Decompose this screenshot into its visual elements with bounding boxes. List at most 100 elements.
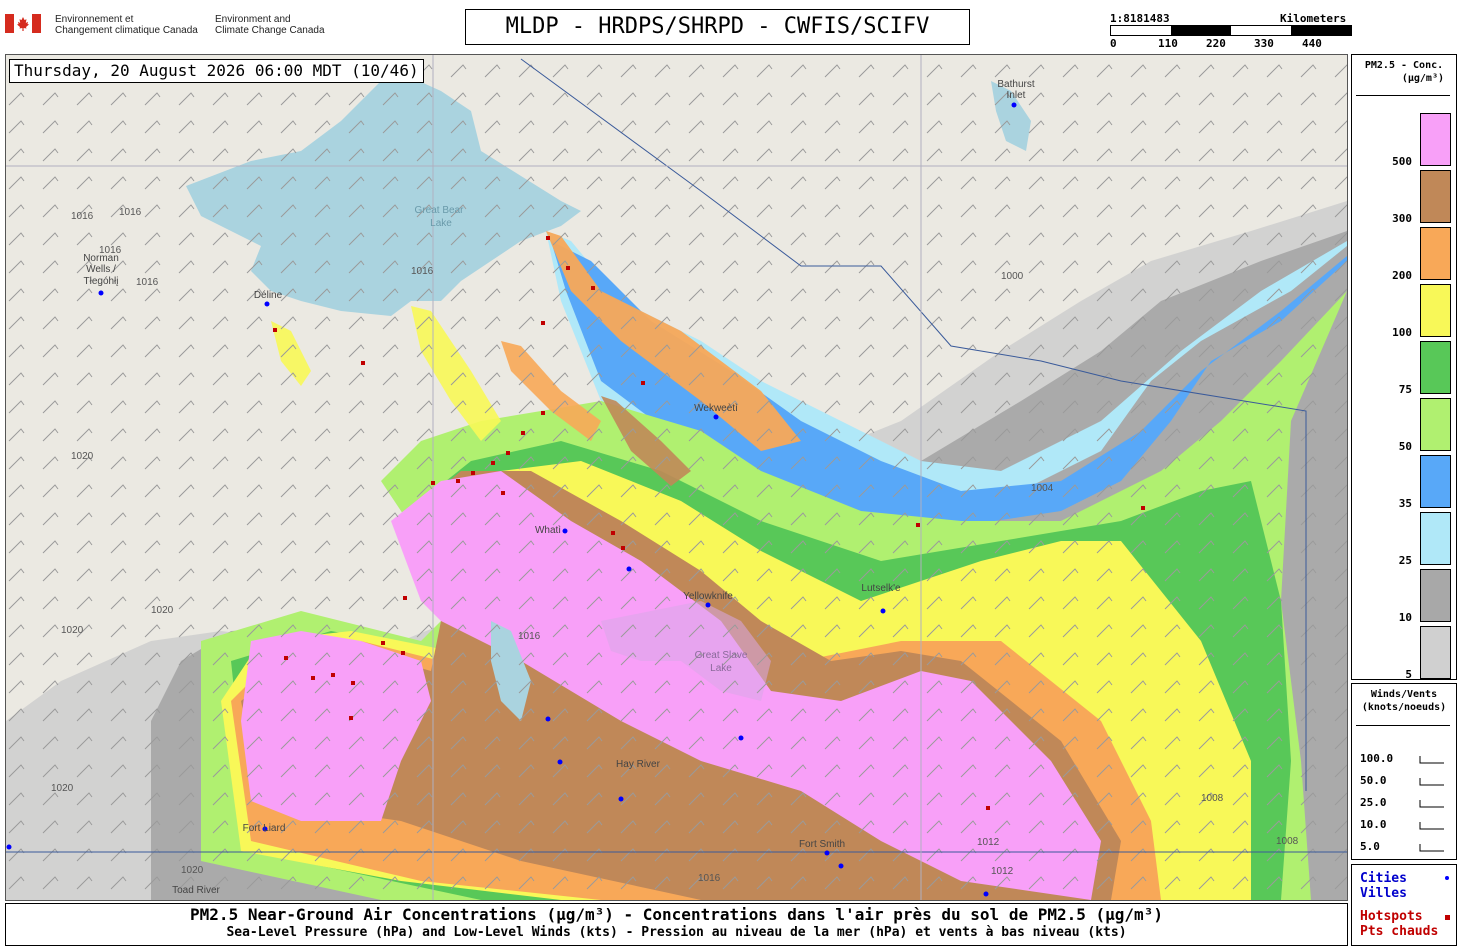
place-label: Wekweètì	[694, 403, 738, 414]
legend-swatch	[1420, 341, 1451, 394]
hotspot-marker	[311, 676, 315, 680]
hotspot-marker	[541, 411, 545, 415]
hotspot-marker	[431, 481, 435, 485]
scale-tick: 110	[1158, 37, 1178, 50]
legend-swatch	[1420, 398, 1451, 451]
hotspot-marker	[541, 321, 545, 325]
hotspot-marker	[611, 531, 615, 535]
legend-tick-label: 50	[1398, 440, 1412, 453]
place-label: Hay River	[616, 759, 661, 770]
city-dot	[6, 844, 12, 850]
hotspot-marker	[403, 596, 407, 600]
place-label: Fort Liard	[243, 823, 286, 834]
agency-name-fr: Environnement et Changement climatique Ca…	[55, 14, 198, 36]
city-dot	[545, 716, 551, 722]
wind-speed-label: 100.0	[1360, 752, 1394, 765]
wind-speed-label: 10.0	[1360, 818, 1387, 831]
wind-barb-icon	[1419, 756, 1444, 764]
wind-legend-row: 25.0	[1360, 796, 1450, 809]
scale-ratio: 1:8181483	[1110, 12, 1170, 25]
isobar-label: 1016	[71, 211, 94, 222]
wind-barb-icon	[1419, 844, 1444, 852]
city-dot	[1011, 102, 1017, 108]
legend-swatch	[1420, 626, 1451, 679]
hotspot-marker	[986, 806, 990, 810]
city-dot	[618, 796, 624, 802]
scale-tick: 0	[1110, 37, 1117, 50]
hotspot-marker	[491, 461, 495, 465]
wind-barbs	[6, 55, 1347, 900]
legend-swatch	[1420, 284, 1451, 337]
city-dot	[705, 602, 711, 608]
caption-line-1: PM2.5 Near-Ground Air Concentrations (µg…	[190, 905, 1163, 924]
place-label: Toad River	[172, 885, 220, 896]
isobar-label: 1008	[1201, 793, 1224, 804]
city-dot	[264, 301, 270, 307]
legend-tick-label: 25	[1398, 554, 1412, 567]
hotspot-marker	[501, 491, 505, 495]
legend-swatch	[1420, 512, 1451, 565]
isobar-label: 1000	[1001, 271, 1024, 282]
isobar-label: 1008	[1276, 836, 1299, 847]
canada-flag-icon	[5, 14, 41, 33]
hotspot-marker	[1141, 506, 1145, 510]
cities-label: Cities	[1360, 871, 1407, 886]
wind-legend-row: 100.0	[1360, 752, 1450, 765]
hotspot-marker	[273, 328, 277, 332]
lake-label: Lake	[710, 663, 732, 674]
hotspot-marker	[284, 656, 288, 660]
hotspot-marker	[456, 479, 460, 483]
dispersion-map[interactable]: Norman Wells / Tłegóhłį Déline Bathurst Inlet…	[5, 54, 1348, 901]
legend-title: PM2.5 - Conc.	[1364, 60, 1444, 71]
city-dot	[983, 891, 989, 897]
isobar-label: 1020	[71, 451, 94, 462]
hotspot-marker	[621, 546, 625, 550]
wind-legend-row: 5.0	[1360, 840, 1450, 853]
isobar-label: 1016	[518, 631, 541, 642]
caption-line-2: Sea-Level Pressure (hPa) and Low-Level W…	[226, 925, 1127, 940]
place-label: Yellowknife	[683, 591, 733, 602]
symbols-legend: Cities Villes Hotspots Pts chauds	[1351, 864, 1457, 946]
hotspot-marker	[349, 716, 353, 720]
place-label: Déline	[254, 290, 283, 301]
wind-legend-units: (knots/noeuds)	[1361, 702, 1447, 713]
scale-bar	[1110, 25, 1352, 36]
isobar-label: 1020	[151, 605, 174, 616]
isobar-label: 1020	[51, 783, 74, 794]
place-label: Bathurst	[997, 79, 1034, 90]
forecast-timestamp: Thursday, 20 August 2026 06:00 MDT (10/4…	[9, 59, 424, 83]
isobar-label: 1020	[181, 865, 204, 876]
wind-speed-label: 5.0	[1360, 840, 1380, 853]
villes-label: Villes	[1360, 886, 1407, 901]
hotspot-marker	[506, 451, 510, 455]
city-dot	[824, 850, 830, 856]
legend-tick-label: 5	[1405, 668, 1412, 681]
legend-swatch	[1420, 227, 1451, 280]
isobar-label: 1016	[411, 266, 434, 277]
place-label: Wells /	[86, 264, 116, 275]
hotspot-marker	[401, 651, 405, 655]
lake-label: Lake	[430, 218, 452, 229]
hotspot-marker	[521, 431, 525, 435]
isobar-label: 1016	[136, 277, 159, 288]
wind-barb-icon	[1419, 778, 1444, 786]
wind-legend-row: 50.0	[1360, 774, 1450, 787]
hotspot-square-icon	[1445, 915, 1450, 920]
legend-tick-label: 300	[1392, 212, 1412, 225]
legend-swatch	[1420, 170, 1451, 223]
agency-name-en: Environment and Climate Change Canada	[215, 14, 325, 36]
isobar-label: 1016	[99, 245, 122, 256]
city-dot	[557, 759, 563, 765]
wind-legend: Winds/Vents (knots/noeuds) 100.0 50.0 25.0…	[1351, 683, 1457, 860]
hotspot-marker	[361, 361, 365, 365]
legend-tick-label: 500	[1392, 155, 1412, 168]
wind-speed-label: 50.0	[1360, 774, 1387, 787]
legend-units: (µg/m³)	[1401, 73, 1444, 84]
legend-swatch	[1420, 569, 1451, 622]
lake-label: Great Slave	[695, 650, 748, 661]
pts-chauds-label: Pts chauds	[1360, 924, 1439, 939]
scale-tick: 220	[1206, 37, 1226, 50]
scale-units: Kilometers	[1280, 12, 1347, 25]
place-label: Lutselk'e	[861, 583, 901, 594]
city-dot-icon	[1445, 876, 1449, 880]
